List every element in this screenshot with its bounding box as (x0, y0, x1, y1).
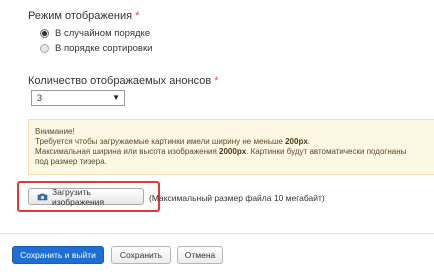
save-button[interactable]: Сохранить (111, 246, 171, 264)
dropdown-arrow-icon: ▼ (112, 93, 120, 102)
camera-icon (37, 193, 48, 201)
display-mode-label-text: Режим отображения (28, 10, 133, 22)
radio-button-checked[interactable] (40, 29, 49, 38)
alert-line-2: Максимальная ширина или высота изображен… (35, 147, 407, 156)
alert-title: Внимание! (35, 127, 75, 136)
announcements-count-label-text: Количество отображаемых анонсов (28, 75, 212, 87)
upload-button-label: Загрузить изображения (52, 186, 105, 207)
save-and-exit-button[interactable]: Сохранить и выйти (12, 246, 104, 264)
upload-size-hint: (Максимальный размер файла 10 мегабайт) (149, 193, 325, 203)
alert-line-3: под размер тизера. (35, 157, 107, 166)
footer-divider (0, 233, 434, 234)
cancel-button[interactable]: Отмена (177, 246, 223, 264)
radio-option-random[interactable]: В случайном порядке (40, 28, 150, 39)
display-mode-label: Режим отображения * (28, 10, 139, 22)
required-mark: * (135, 10, 140, 22)
announcements-count-label: Количество отображаемых анонсов * (28, 75, 219, 87)
upload-images-button[interactable]: Загрузить изображения (28, 186, 144, 207)
required-mark: * (214, 75, 219, 87)
radio-button-unchecked[interactable] (40, 44, 49, 53)
warning-alert: Внимание! Требуется чтобы загружаемые ка… (28, 119, 434, 175)
radio-option-label: В случайном порядке (55, 28, 151, 39)
alert-line-1: Требуется чтобы загружаемые картинки име… (35, 137, 311, 146)
announcements-count-select[interactable]: 3 ▼ (31, 90, 125, 106)
radio-option-sorted[interactable]: В порядке сортировки (40, 43, 152, 54)
radio-option-label: В порядке сортировки (55, 43, 153, 54)
select-value: 3 (37, 93, 43, 103)
